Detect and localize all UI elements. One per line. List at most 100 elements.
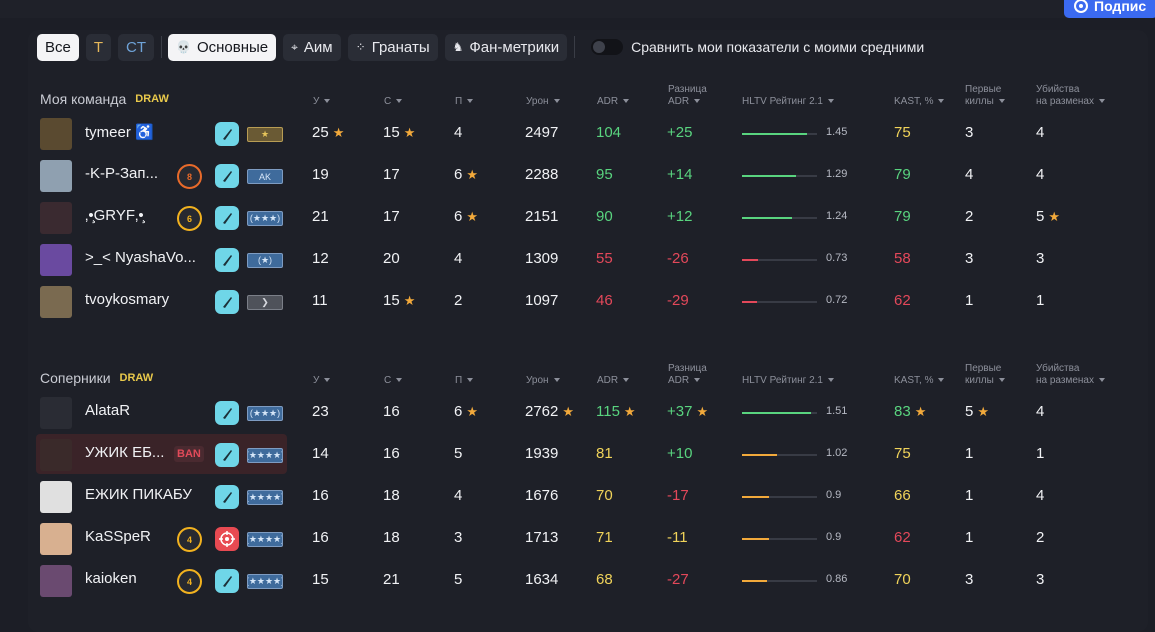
column-header[interactable]: П bbox=[455, 375, 474, 387]
deaths: 16 bbox=[383, 445, 400, 462]
tab-main[interactable]: 💀 Основные bbox=[168, 33, 277, 61]
player-name[interactable]: tvoykosmary bbox=[85, 291, 169, 308]
column-header[interactable]: HLTV Рейтинг 2.1 bbox=[742, 375, 834, 387]
column-header[interactable]: У bbox=[313, 96, 331, 108]
trade-kills-value: 4 bbox=[1036, 166, 1045, 183]
avatar[interactable] bbox=[40, 286, 72, 318]
column-header[interactable]: HLTV Рейтинг 2.1 bbox=[742, 96, 834, 108]
filter-t[interactable]: T bbox=[85, 33, 112, 61]
avatar[interactable] bbox=[40, 202, 72, 234]
column-header[interactable]: Первые киллы bbox=[965, 84, 1005, 108]
sort-caret-icon bbox=[828, 378, 834, 383]
column-header[interactable]: ADR bbox=[597, 375, 630, 387]
team-title: Соперники DRAW bbox=[40, 370, 153, 386]
adr-value: 115 bbox=[596, 403, 620, 420]
player-row[interactable]: AlataR (★★★) 23 16 6 ★ 2762 ★ 115 ★ +37 ★ 1.51 83 ★ 5 ★ 4 bbox=[36, 394, 1116, 432]
column-header-label: С bbox=[384, 375, 392, 386]
avatar[interactable] bbox=[40, 523, 72, 555]
player-row[interactable]: УЖИК ЕБ... BAN (★★★★) 14 16 5 1939 81 +10 1.02 75 1… bbox=[36, 434, 1116, 474]
column-header[interactable]: С bbox=[384, 375, 403, 387]
player-name[interactable]: kaioken bbox=[85, 570, 137, 587]
avatar[interactable] bbox=[40, 565, 72, 597]
avatar[interactable] bbox=[40, 118, 72, 150]
star-icon: ★ bbox=[1048, 209, 1060, 224]
sort-caret-icon bbox=[694, 99, 701, 104]
tab-grenades[interactable]: ⁘ Гранаты bbox=[347, 33, 438, 61]
avatar[interactable] bbox=[40, 244, 72, 276]
kills: 25 ★ bbox=[312, 124, 344, 141]
hltv-rating-fill bbox=[742, 412, 811, 414]
player-name[interactable]: -K-P-Зап... bbox=[85, 165, 158, 182]
player-row[interactable]: ‚•̧GRYF‚•̧ 6 (★★★) 21 17 6 ★ 2151 90 +12 1.24 79 2 5 ★ bbox=[36, 199, 1116, 237]
trade-kills: 4 bbox=[1036, 166, 1044, 183]
player-row[interactable]: ЕЖИК ПИКАБУ (★★★★) 16 18 4 1676 70 -17 0.9 66 1 4 bbox=[36, 478, 1116, 516]
assists: 4 bbox=[454, 250, 462, 267]
hltv-rating-bar bbox=[742, 217, 817, 219]
column-header[interactable]: Урон bbox=[526, 96, 560, 108]
adr: 46 bbox=[596, 292, 613, 309]
player-row[interactable]: >_< NyashaVo... (★) 12 20 4 1309 55 -26 0.73 58 3 3 bbox=[36, 241, 1116, 279]
column-header-label: У bbox=[313, 96, 320, 107]
player-name[interactable]: >_< NyashaVo... bbox=[85, 249, 196, 266]
player-name[interactable]: KaSSpeR bbox=[85, 528, 151, 545]
avatar[interactable] bbox=[40, 160, 72, 192]
column-header[interactable]: П bbox=[455, 96, 474, 108]
player-row[interactable]: kaioken 4 (★★★★) 15 21 5 1634 68 -27 0.86 70 3 3 bbox=[36, 562, 1116, 600]
subscribe-button[interactable]: Подпис bbox=[1064, 0, 1155, 18]
column-header[interactable]: У bbox=[313, 375, 331, 387]
kills: 19 bbox=[312, 166, 329, 183]
filter-all[interactable]: Все bbox=[37, 33, 79, 61]
kills-value: 16 bbox=[312, 529, 329, 546]
column-header[interactable]: Убийства на разменах bbox=[1036, 84, 1105, 108]
rank-badge-icon: (★★★★) bbox=[247, 574, 283, 589]
column-header[interactable]: KAST, % bbox=[894, 375, 945, 387]
avatar[interactable] bbox=[40, 481, 72, 513]
trade-kills-value: 4 bbox=[1036, 487, 1045, 504]
player-row[interactable]: KaSSpeR 4 (★★★★) 16 18 3 1713 71 -11 0.9 62 1 2 bbox=[36, 520, 1116, 558]
adr-diff-value: +37 bbox=[667, 403, 693, 420]
kills-value: 14 bbox=[312, 445, 329, 462]
hltv-rating-bar bbox=[742, 259, 817, 261]
player-name[interactable]: AlataR bbox=[85, 402, 130, 419]
kast: 58 bbox=[894, 250, 911, 267]
first-kills: 1 bbox=[965, 445, 973, 462]
column-header-line: Убийства bbox=[1036, 84, 1080, 95]
avatar[interactable] bbox=[40, 397, 72, 429]
column-header[interactable]: Первые киллы bbox=[965, 363, 1005, 387]
column-header[interactable]: KAST, % bbox=[894, 96, 945, 108]
column-header[interactable]: Разница ADR bbox=[668, 84, 707, 108]
star-icon: ★ bbox=[696, 404, 709, 419]
player-name[interactable]: tymeer ♿ bbox=[85, 123, 154, 141]
adr-diff: +25 bbox=[667, 124, 692, 141]
compare-toggle[interactable] bbox=[591, 39, 624, 55]
damage: 1634 bbox=[525, 571, 558, 588]
deaths: 17 bbox=[383, 166, 400, 183]
player-row[interactable]: tymeer ♿ ★ 25 ★ 15 ★ 4 2497 104 +25 1.45 75 3 4 bbox=[36, 115, 1116, 153]
hltv-rating-fill bbox=[742, 301, 757, 303]
knife-icon bbox=[215, 248, 239, 272]
column-header[interactable]: ADR bbox=[597, 96, 630, 108]
adr-diff-value: -26 bbox=[667, 250, 689, 267]
column-header-line: Разница bbox=[668, 84, 707, 95]
column-header[interactable]: Урон bbox=[526, 375, 560, 387]
player-name[interactable]: ‚•̧GRYF‚•̧ bbox=[85, 207, 144, 224]
avatar[interactable] bbox=[40, 439, 72, 471]
trade-kills-value: 5 bbox=[1036, 208, 1045, 225]
player-name[interactable]: УЖИК ЕБ... bbox=[85, 444, 164, 461]
tab-aim[interactable]: ⌖ Аим bbox=[283, 33, 341, 61]
column-header[interactable]: Разница ADR bbox=[668, 363, 707, 387]
player-name[interactable]: ЕЖИК ПИКАБУ bbox=[85, 486, 192, 503]
player-row[interactable]: -K-P-Зап... 8 AK 19 17 6 ★ 2288 95 +14 1.29 79 4 4 bbox=[36, 157, 1116, 195]
player-row[interactable]: tvoykosmary ❯ 11 15 ★ 2 1097 46 -29 0.72 62 1 1 bbox=[36, 283, 1116, 321]
star-icon: ★ bbox=[466, 167, 478, 182]
column-header[interactable]: Убийства на разменах bbox=[1036, 363, 1105, 387]
tab-fun-metrics[interactable]: ♞ Фан-метрики bbox=[444, 33, 568, 61]
tab-aim-label: Аим bbox=[303, 38, 333, 56]
rank-badge-icon: (★★★) bbox=[247, 211, 283, 226]
kast-value: 79 bbox=[894, 208, 911, 225]
damage-value: 1309 bbox=[525, 250, 559, 267]
adr: 70 bbox=[596, 487, 613, 504]
filter-ct[interactable]: CT bbox=[118, 33, 155, 61]
first-kills: 4 bbox=[965, 166, 973, 183]
column-header[interactable]: С bbox=[384, 96, 403, 108]
